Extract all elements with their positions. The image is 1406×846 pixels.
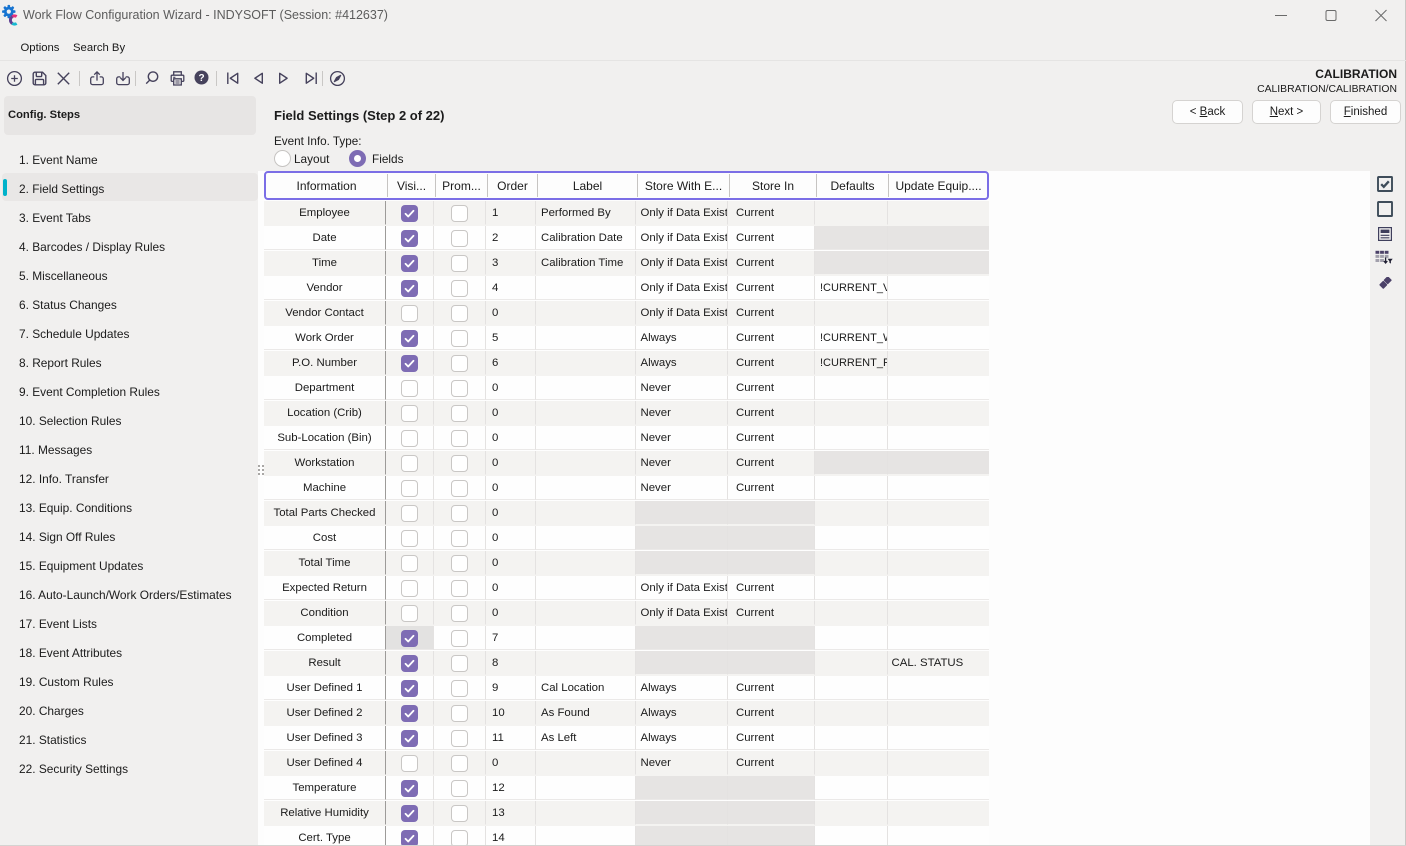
- svg-text:?: ?: [198, 73, 204, 84]
